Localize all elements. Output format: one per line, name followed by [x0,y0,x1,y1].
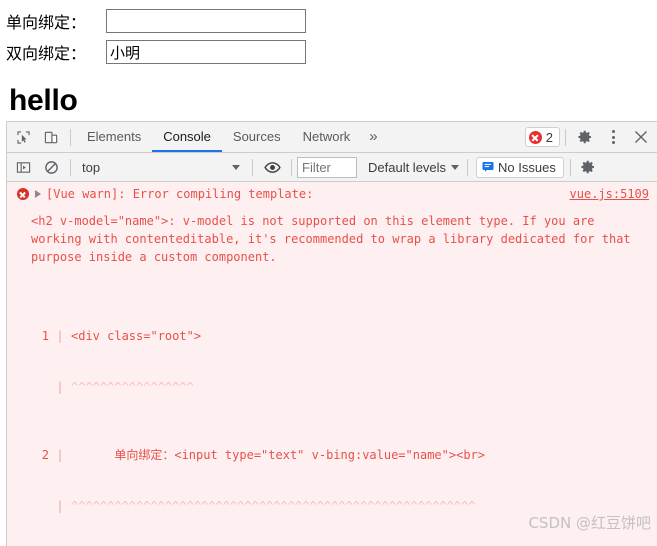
devtools-tabbar: Elements Console Sources Network » 2 [7,122,657,153]
code-line: 2 | 单向绑定：<input type="text" v-bing:value… [31,447,651,464]
one-way-binding-row: 单向绑定： [6,6,657,36]
chevron-down-icon-levels [451,164,460,170]
tab-console[interactable]: Console [152,122,222,152]
inspect-element-icon[interactable] [9,124,37,150]
code-gutter: | [56,448,64,462]
tab-network[interactable]: Network [292,122,362,152]
expand-triangle-icon[interactable] [35,190,41,198]
page-heading: hello [9,84,78,117]
filterbar-divider-5 [569,158,571,176]
console-message-title: [Vue warn]: Error compiling template: [46,187,314,201]
console-message-body: <h2 v-model="name">: v-model is not supp… [31,214,638,264]
filterbar-divider [70,158,71,176]
source-link[interactable]: vue.js:5109 [570,187,649,201]
tab-sources[interactable]: Sources [222,122,292,152]
execution-context-select[interactable]: top [76,157,247,178]
code-line-text: <div class="root"> [71,329,202,343]
toolbar-divider [70,128,71,146]
code-gutter: | [56,499,64,513]
filterbar-divider-2 [252,158,253,176]
code-line: 1 | <div class="root"> [31,328,651,345]
device-toolbar-icon[interactable] [37,124,65,150]
console-filterbar: top Default levels No Issues [7,153,657,182]
console-messages-list[interactable]: [Vue warn]: Error compiling template: vu… [7,182,657,546]
filter-input[interactable] [297,156,357,178]
error-count-badge[interactable]: 2 [524,127,560,147]
execution-context-value: top [82,159,101,175]
console-sidebar-icon[interactable] [9,154,37,180]
code-line-number: 2 [41,448,49,462]
console-settings-gear-icon[interactable] [577,154,599,180]
close-icon[interactable] [627,124,655,150]
clear-console-icon[interactable] [37,154,65,180]
console-message-header[interactable]: [Vue warn]: Error compiling template: vu… [7,182,657,202]
two-way-binding-row: 双向绑定： [6,37,657,67]
two-way-binding-input[interactable] [106,40,306,64]
issues-icon [482,162,494,172]
one-way-binding-label: 单向绑定： [6,13,87,32]
more-tabs-icon[interactable]: » [361,124,385,150]
console-message-error-1[interactable]: [Vue warn]: Error compiling template: vu… [7,182,657,546]
code-line-number-blank [31,379,49,396]
code-line-number: 1 [41,329,49,343]
issues-button[interactable]: No Issues [476,156,564,178]
kebab-menu-icon[interactable] [599,124,627,150]
code-caret-marks: ^^^^^^^^^^^^^^^^^^^^^^^^^^^^^^^^^^^^^^^^… [71,499,476,513]
code-caret-line: | ^^^^^^^^^^^^^^^^^ [31,379,651,396]
code-caret-marks: ^^^^^^^^^^^^^^^^^ [71,380,194,394]
error-icon [17,188,29,200]
code-line-text: 单向绑定：<input type="text" v-bing:value="na… [71,448,486,462]
live-expression-icon[interactable] [258,154,286,180]
filterbar-divider-4 [467,158,469,176]
error-count: 2 [545,129,553,145]
error-icon [528,130,542,144]
log-levels-value: Default levels [368,159,447,175]
devtools-panel: Elements Console Sources Network » 2 top… [6,121,657,546]
one-way-binding-input[interactable] [106,9,306,33]
template-code-block: 1 | <div class="root"> | ^^^^^^^^^^^^^^^… [7,266,657,546]
code-caret-line: | ^^^^^^^^^^^^^^^^^^^^^^^^^^^^^^^^^^^^^^… [31,498,651,515]
code-line-number-blank [31,498,49,515]
web-page-content: 单向绑定： 双向绑定： hello [0,0,657,116]
filterbar-divider-3 [291,158,292,176]
two-way-binding-label: 双向绑定： [6,44,87,63]
tab-elements[interactable]: Elements [76,122,152,152]
chevron-down-icon [232,164,240,170]
log-levels-select[interactable]: Default levels [368,159,460,175]
issues-label: No Issues [498,159,556,175]
code-gutter: | [56,329,64,343]
gear-icon[interactable] [571,124,599,150]
toolbar-divider-2 [565,128,566,146]
code-gutter: | [56,380,64,394]
